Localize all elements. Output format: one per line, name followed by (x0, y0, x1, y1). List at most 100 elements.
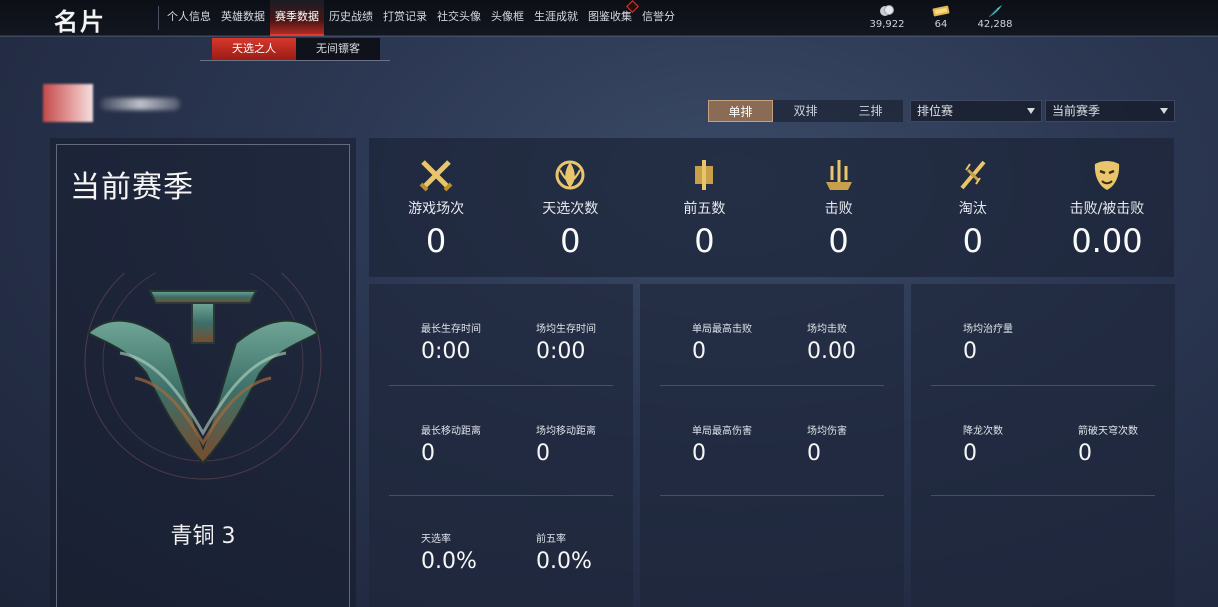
subtab-chosen-one[interactable]: 天选之人 (212, 38, 296, 60)
nav-tab-profile[interactable]: 个人信息 (162, 0, 216, 36)
stat-label: 击败 (824, 201, 853, 217)
chevron-down-icon (1027, 108, 1035, 114)
feather-icon (968, 4, 1022, 18)
stat-value: 0 (421, 441, 435, 466)
currency-coin: 39,922 (860, 4, 914, 31)
chevron-down-icon (1160, 108, 1168, 114)
stat-kd-ratio: 击败/被击败 0.00 (1040, 138, 1174, 277)
row-divider (660, 495, 884, 496)
stat-avg-kills: 场均击败 0.00 (807, 320, 917, 364)
stat-label: 场均移动距离 (536, 426, 596, 437)
sub-tabs: 天选之人 无间镖客 (212, 38, 380, 60)
stat-label: 游戏场次 (408, 201, 465, 217)
row-divider (389, 495, 613, 496)
stat-top-five-rate: 前五率 0.0% (536, 530, 646, 574)
nav-tab-match-history[interactable]: 历史战绩 (324, 0, 378, 36)
currency-feather: 42,288 (968, 4, 1022, 31)
stat-max-kills: 单局最高击败 0 (692, 320, 802, 364)
nav-tab-collection-label: 图鉴收集 (588, 10, 632, 23)
summary-stats-panel: 游戏场次 0 天选次数 0 前五数 0 击败 0 淘汰 0 击败/被击败 0.0… (369, 138, 1174, 277)
currency-ticket: 64 (914, 4, 968, 31)
stat-value: 0.0% (536, 549, 592, 574)
mask-icon (1040, 156, 1174, 194)
season-dropdown[interactable]: 当前赛季 (1045, 100, 1175, 122)
stat-avg-distance: 场均移动距离 0 (536, 422, 646, 466)
stat-kills: 击败 0 (772, 138, 906, 277)
top-bar: 名片 个人信息 英雄数据 赛季数据 历史战绩 打赏记录 社交头像 头像框 生涯成… (0, 0, 1218, 36)
match-type-dropdown[interactable]: 排位赛 (910, 100, 1042, 122)
stat-value: 0:00 (536, 339, 586, 364)
lotus-emblem-icon (503, 156, 637, 194)
stat-value: 0 (560, 222, 581, 260)
header-divider (0, 36, 1218, 37)
title-divider (158, 6, 159, 30)
mode-tab-trio[interactable]: 三排 (838, 100, 903, 122)
stat-label: 单局最高伤害 (692, 426, 752, 437)
avatar[interactable] (43, 84, 93, 122)
stat-value: 0 (425, 222, 447, 260)
stat-value: 0 (536, 441, 550, 466)
nav-tab-reputation[interactable]: 信誉分 (637, 0, 680, 36)
nav-tab-season-data[interactable]: 赛季数据 (270, 0, 324, 36)
stat-value: 0.00 (1071, 222, 1143, 260)
stat-value: 0.00 (807, 339, 856, 364)
stat-label: 天选次数 (542, 201, 599, 217)
stat-label: 前五率 (536, 534, 566, 545)
stat-value: 0 (963, 441, 977, 466)
stat-value: 0.0% (421, 549, 477, 574)
bronze-rank-emblem-icon (80, 242, 326, 497)
stat-avg-damage: 场均伤害 0 (807, 422, 917, 466)
stat-value: 0 (962, 222, 983, 260)
stat-value: 0 (1078, 441, 1092, 466)
stat-longest-distance: 最长移动距离 0 (421, 422, 531, 466)
page-title: 名片 (54, 8, 106, 36)
stat-label: 最长移动距离 (421, 426, 481, 437)
subtab-underline (200, 60, 390, 61)
stat-value: 0 (828, 222, 849, 260)
stat-top-five: 前五数 0 (637, 138, 771, 277)
stat-arrow-count: 箭破天穹次数 0 (1078, 422, 1188, 466)
season-rank-panel: 当前赛季 青铜 3 (50, 138, 356, 607)
mode-tab-duo[interactable]: 双排 (773, 100, 838, 122)
currency-ticket-value: 64 (934, 19, 948, 30)
stat-longest-survival: 最长生存时间 0:00 (421, 320, 531, 364)
stat-label: 天选率 (421, 534, 451, 545)
trident-icon (772, 156, 906, 194)
stat-value: 0 (807, 441, 821, 466)
rank-name: 青铜 3 (170, 524, 236, 549)
main-nav: 个人信息 英雄数据 赛季数据 历史战绩 打赏记录 社交头像 头像框 生涯成就 图… (162, 0, 680, 36)
stat-label: 击败/被击败 (1069, 201, 1145, 217)
crossed-swords-icon (369, 156, 503, 194)
row-divider (389, 385, 613, 386)
stat-label: 降龙次数 (963, 426, 1003, 437)
nav-tab-achievements[interactable]: 生涯成就 (529, 0, 583, 36)
match-type-value: 排位赛 (917, 104, 954, 118)
stat-label: 场均击败 (807, 324, 847, 335)
mode-tab-solo[interactable]: 单排 (708, 100, 773, 122)
currency-coin-value: 39,922 (869, 19, 905, 30)
stat-label: 箭破天穹次数 (1078, 426, 1138, 437)
row-divider (931, 385, 1155, 386)
stat-chosen-rate: 天选率 0.0% (421, 530, 531, 574)
subtab-bounty-hunter[interactable]: 无间镖客 (296, 38, 380, 60)
stat-max-damage: 单局最高伤害 0 (692, 422, 802, 466)
stat-value: 0:00 (421, 339, 471, 364)
nav-tab-collection[interactable]: 图鉴收集 (583, 0, 639, 36)
survival-stats-panel: 最长生存时间 0:00 场均生存时间 0:00 最长移动距离 0 场均移动距离 … (369, 284, 633, 607)
nav-tab-social-avatar[interactable]: 社交头像 (432, 0, 486, 36)
stat-label: 场均生存时间 (536, 324, 596, 335)
stat-dragon-count: 降龙次数 0 (963, 422, 1073, 466)
banner-icon (637, 156, 771, 194)
stat-label: 单局最高击败 (692, 324, 752, 335)
stat-label: 淘汰 (958, 201, 987, 217)
nav-tab-tip-records[interactable]: 打赏记录 (378, 0, 432, 36)
nav-tab-avatar-frame[interactable]: 头像框 (486, 0, 529, 36)
stat-label: 场均治疗量 (963, 324, 1013, 335)
season-title: 当前赛季 (70, 170, 194, 205)
nav-tab-hero-data[interactable]: 英雄数据 (216, 0, 270, 36)
player-name-blurred (100, 98, 180, 110)
stat-chosen-count: 天选次数 0 (503, 138, 637, 277)
currency-feather-value: 42,288 (977, 19, 1013, 30)
stat-avg-healing: 场均治疗量 0 (963, 320, 1073, 364)
stat-label: 前五数 (683, 201, 726, 217)
